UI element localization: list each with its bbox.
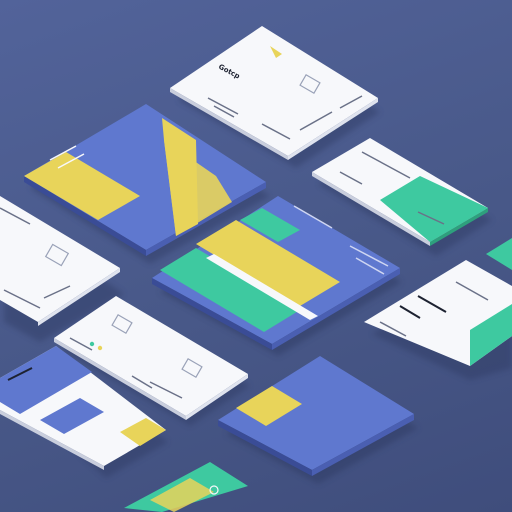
status-dot-icon — [89, 341, 95, 347]
card-bottom-green[interactable] — [124, 462, 248, 512]
isometric-cards-scene: Gotcp — [0, 0, 512, 512]
status-dot-icon — [97, 345, 103, 351]
isometric-stage: Gotcp — [0, 26, 512, 512]
green-tab — [486, 238, 512, 270]
card-right-lower[interactable] — [364, 238, 512, 380]
